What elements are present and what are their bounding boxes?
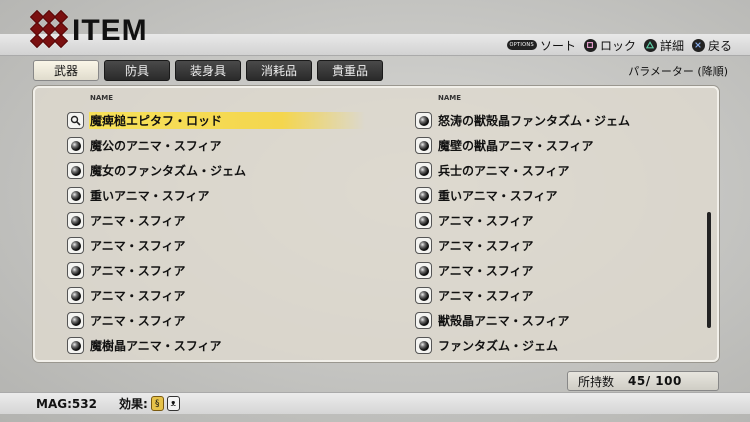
orb-icon: [415, 112, 432, 129]
sort-order-label: パラメーター (降順): [628, 65, 728, 78]
orb-icon: [415, 137, 432, 154]
list-item[interactable]: 兵士のアニマ・スフィア: [415, 158, 675, 183]
item-name: 魔樹晶アニマ・スフィア: [90, 339, 222, 353]
item-name: 重いアニマ・スフィア: [90, 189, 210, 203]
orb-icon: [415, 212, 432, 229]
list-item[interactable]: 重いアニマ・スフィア: [67, 183, 327, 208]
help-lock[interactable]: ロック: [583, 37, 636, 54]
mag-value: MAG:532: [36, 396, 97, 411]
list-item[interactable]: アニマ・スフィア: [67, 308, 327, 333]
item-name: アニマ・スフィア: [438, 264, 534, 278]
list-item[interactable]: アニマ・スフィア: [415, 283, 675, 308]
orb-icon: [415, 262, 432, 279]
category-tabs: 武器 防具 装身具 消耗品 貴重品: [33, 60, 388, 81]
item-name: 獣殻晶アニマ・スフィア: [438, 314, 570, 328]
list-item[interactable]: アニマ・スフィア: [67, 283, 327, 308]
help-label: 戻る: [707, 38, 732, 53]
item-list-right: 怒涛の獣殻晶ファンタズム・ジェム 魔壁の獣晶アニマ・スフィア 兵士のアニマ・スフ…: [415, 108, 675, 358]
orb-icon: [67, 137, 84, 154]
column-header-right: NAME: [438, 94, 462, 102]
orb-icon: [67, 237, 84, 254]
item-list-left: 魔痺槌エピタフ・ロッド 魔公のアニマ・スフィア 魔女のファンタズム・ジェム 重い…: [67, 108, 365, 358]
orb-icon: [67, 162, 84, 179]
orb-icon: [415, 187, 432, 204]
orb-icon: [67, 312, 84, 329]
orb-icon: [67, 212, 84, 229]
help-back[interactable]: 戻る: [691, 37, 732, 54]
orb-icon: [415, 312, 432, 329]
mask-effect-icon: ᴥ: [166, 396, 180, 411]
tab-armor[interactable]: 防具: [104, 60, 170, 81]
item-name: アニマ・スフィア: [90, 289, 186, 303]
item-name: 重いアニマ・スフィア: [438, 189, 558, 203]
cross-button-icon: [691, 38, 705, 52]
item-name: 魔女のファンタズム・ジェム: [90, 164, 247, 178]
item-count-value: 45/ 100: [628, 374, 682, 388]
item-count-box: 所持数 45/ 100: [567, 371, 719, 391]
options-button-icon: OPTIONS: [506, 40, 537, 50]
item-name: アニマ・スフィア: [90, 214, 186, 228]
effect-label: 効果:: [118, 397, 148, 411]
item-name: 怒涛の獣殻晶ファンタズム・ジェム: [438, 114, 631, 128]
orb-icon: [67, 187, 84, 204]
list-item[interactable]: アニマ・スフィア: [415, 258, 675, 283]
list-item[interactable]: アニマ・スフィア: [415, 208, 675, 233]
tab-accessories[interactable]: 装身具: [175, 60, 241, 81]
list-item[interactable]: 魔樹晶アニマ・スフィア: [67, 333, 327, 358]
item-name: 魔痺槌エピタフ・ロッド: [90, 114, 223, 128]
page-title: ITEM: [72, 14, 148, 47]
list-item[interactable]: 怒涛の獣殻晶ファンタズム・ジェム: [415, 108, 675, 133]
list-item[interactable]: 魔壁の獣晶アニマ・スフィア: [415, 133, 675, 158]
orb-icon: [415, 287, 432, 304]
item-name: アニマ・スフィア: [90, 239, 186, 253]
item-name: アニマ・スフィア: [90, 264, 186, 278]
list-item[interactable]: アニマ・スフィア: [67, 233, 327, 258]
scrollbar[interactable]: [707, 212, 711, 328]
list-item[interactable]: アニマ・スフィア: [415, 233, 675, 258]
list-item[interactable]: アニマ・スフィア: [67, 208, 327, 233]
orb-icon: [67, 337, 84, 354]
help-sort[interactable]: OPTIONS ソート: [506, 37, 576, 54]
orb-icon: [415, 337, 432, 354]
tab-weapons[interactable]: 武器: [33, 60, 99, 81]
item-name: 兵士のアニマ・スフィア: [438, 164, 570, 178]
orb-icon: [67, 287, 84, 304]
item-name: アニマ・スフィア: [438, 239, 534, 253]
coin-effect-icon: §: [150, 396, 164, 411]
tab-consumables[interactable]: 消耗品: [246, 60, 312, 81]
magnifier-icon: [67, 112, 84, 129]
column-header-left: NAME: [90, 94, 114, 102]
list-item[interactable]: 魔公のアニマ・スフィア: [67, 133, 327, 158]
help-label: ロック: [599, 38, 636, 53]
help-label: 詳細: [659, 38, 684, 53]
button-help: OPTIONS ソート ロック 詳細 戻る: [499, 36, 732, 54]
list-item[interactable]: 重いアニマ・スフィア: [415, 183, 675, 208]
orb-icon: [415, 237, 432, 254]
item-name: 魔公のアニマ・スフィア: [90, 139, 222, 153]
item-count-label: 所持数: [578, 374, 615, 389]
square-button-icon: [583, 38, 597, 52]
item-name: アニマ・スフィア: [90, 314, 186, 328]
orb-icon: [415, 162, 432, 179]
item-name: アニマ・スフィア: [438, 214, 534, 228]
item-list-panel: NAME NAME 魔痺槌エピタフ・ロッド 魔公のアニマ・スフィア 魔女のファン…: [33, 86, 719, 362]
triangle-button-icon: [643, 38, 657, 52]
item-logo-icon: [29, 9, 70, 50]
list-item[interactable]: 獣殻晶アニマ・スフィア: [415, 308, 675, 333]
orb-icon: [67, 262, 84, 279]
list-item[interactable]: 魔女のファンタズム・ジェム: [67, 158, 327, 183]
help-label: ソート: [539, 38, 576, 53]
list-item[interactable]: ファンタズム・ジェム: [415, 333, 675, 358]
list-item[interactable]: アニマ・スフィア: [67, 258, 327, 283]
item-name: アニマ・スフィア: [438, 289, 534, 303]
status-bar: MAG:532 効果: § ᴥ: [0, 392, 750, 414]
tab-key-items[interactable]: 貴重品: [317, 60, 383, 81]
help-detail[interactable]: 詳細: [643, 37, 684, 54]
item-name: ファンタズム・ジェム: [438, 339, 559, 353]
item-name: 魔壁の獣晶アニマ・スフィア: [438, 139, 594, 153]
list-item[interactable]: 魔痺槌エピタフ・ロッド: [67, 108, 365, 133]
